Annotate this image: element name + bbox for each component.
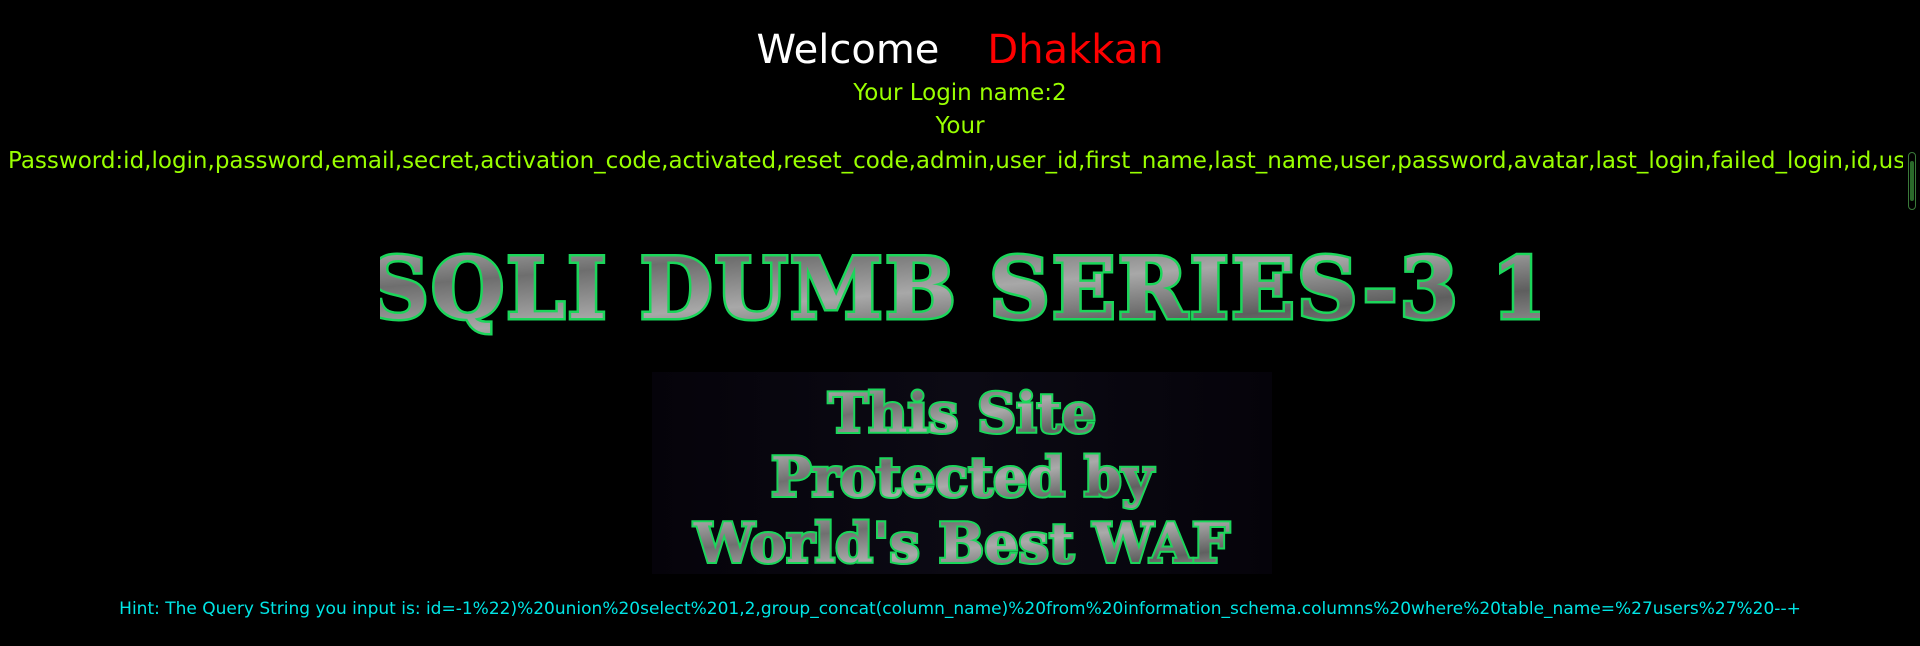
waf-banner-graphic: This Site Protected by World's Best WAF: [691, 379, 1232, 574]
welcome-text: Welcome: [756, 27, 940, 73]
password-output-text: Password:id,login,password,email,secret,…: [8, 148, 1903, 174]
password-output-area: Password:id,login,password,email,secret,…: [0, 142, 1903, 212]
waf-line-1: This Site: [828, 381, 1096, 445]
sqli-dumb-series-logo: SQLI DUMB SERIES-3 1: [380, 237, 1540, 341]
logo-title-text: SQLI DUMB SERIES-3 1: [380, 239, 1540, 338]
password-scrollbar[interactable]: [1908, 152, 1916, 210]
scrollbar-thumb[interactable]: [1910, 161, 1914, 201]
welcome-username: Dhakkan: [987, 27, 1164, 73]
waf-line-2: Protected by: [771, 445, 1155, 509]
password-label-your: Your: [935, 113, 985, 139]
waf-line-3: World's Best WAF: [693, 511, 1230, 574]
waf-banner: This Site Protected by World's Best WAF: [652, 372, 1272, 574]
login-name-text: Your Login name:2: [853, 80, 1067, 106]
query-hint-text: Hint: The Query String you input is: id=…: [119, 599, 1801, 619]
welcome-heading: Welcome Dhakkan: [0, 26, 1920, 74]
